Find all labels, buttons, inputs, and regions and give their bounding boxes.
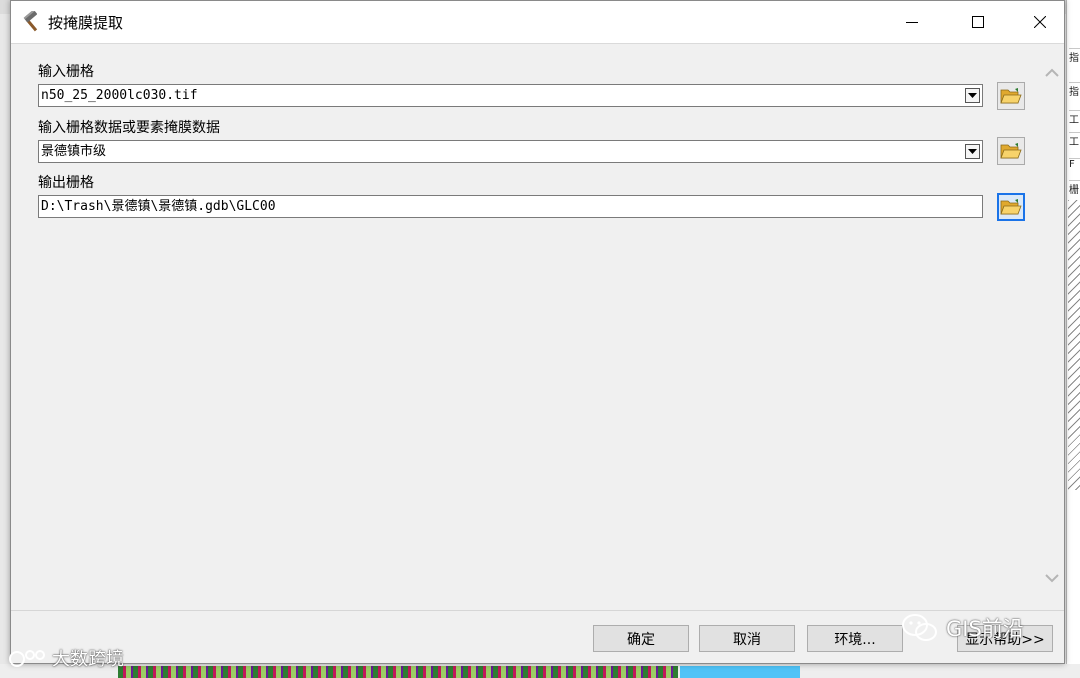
maximize-button[interactable] <box>955 1 1001 43</box>
watermark-right-text: GIS前沿 <box>946 617 1024 641</box>
folder-open-icon <box>1000 199 1022 215</box>
window-title: 按掩膜提取 <box>48 14 124 32</box>
minimize-icon <box>906 22 918 23</box>
background-map-strip <box>118 666 678 678</box>
close-button[interactable] <box>1017 1 1063 43</box>
scroll-up-button[interactable] <box>1044 63 1060 82</box>
ok-button[interactable]: 确定 <box>593 625 689 652</box>
background-fragment: 指 <box>1069 82 1080 99</box>
chevron-down-icon <box>968 148 977 154</box>
watermark-left-text: 大数跨境 <box>52 649 124 670</box>
mask-data-browse-button[interactable] <box>997 137 1025 165</box>
output-raster-input[interactable]: D:\Trash\景德镇\景德镇.gdb\GLC00 <box>38 195 983 218</box>
minimize-button[interactable] <box>889 1 935 43</box>
vertical-scrollbar[interactable] <box>1042 57 1062 609</box>
background-hatch <box>1068 200 1080 490</box>
input-raster-browse-button[interactable] <box>997 82 1025 110</box>
extract-by-mask-dialog: 按掩膜提取 输入栅格 n50_25_2000lc030.tif 输入栅格数据或要… <box>10 0 1065 664</box>
mask-data-dropdown-button[interactable] <box>965 144 980 159</box>
chevron-up-icon <box>1045 68 1059 77</box>
input-raster-dropdown-button[interactable] <box>965 88 980 103</box>
background-map-water <box>680 666 800 678</box>
watermark-left: 大数跨境 <box>8 645 124 671</box>
watermark-logo-icon <box>9 650 45 667</box>
parameters-panel: 输入栅格 n50_25_2000lc030.tif 输入栅格数据或要素掩膜数据 … <box>25 48 1042 610</box>
mask-data-combo[interactable]: 景德镇市级 <box>38 140 983 163</box>
environments-button[interactable]: 环境... <box>807 625 903 652</box>
wechat-icon <box>902 614 937 641</box>
scroll-down-button[interactable] <box>1044 569 1060 588</box>
cancel-button[interactable]: 取消 <box>699 625 795 652</box>
input-raster-value: n50_25_2000lc030.tif <box>41 88 198 103</box>
hammer-icon <box>21 9 43 33</box>
chevron-down-icon <box>1045 574 1059 583</box>
background-fragment: 工 <box>1069 132 1080 149</box>
footer-divider <box>11 610 1064 611</box>
input-raster-combo[interactable]: n50_25_2000lc030.tif <box>38 84 983 107</box>
folder-open-icon <box>1000 88 1022 104</box>
output-raster-browse-button[interactable] <box>997 193 1025 221</box>
chevron-down-icon <box>968 92 977 98</box>
title-bar: 按掩膜提取 <box>11 1 1064 44</box>
folder-open-icon <box>1000 143 1022 159</box>
input-raster-label: 输入栅格 <box>38 64 94 80</box>
background-fragment: 工 <box>1069 110 1080 127</box>
watermark-right: GIS前沿 <box>900 612 1024 644</box>
background-fragment: 栅 <box>1069 180 1080 197</box>
mask-data-value: 景德镇市级 <box>41 144 107 159</box>
output-raster-label: 输出栅格 <box>38 175 94 191</box>
background-fragment: 指 <box>1069 48 1080 65</box>
mask-data-label: 输入栅格数据或要素掩膜数据 <box>38 120 220 136</box>
background-fragment: F <box>1069 158 1080 175</box>
maximize-icon <box>972 16 984 28</box>
background-app-left <box>0 14 10 678</box>
close-icon <box>1034 16 1046 28</box>
